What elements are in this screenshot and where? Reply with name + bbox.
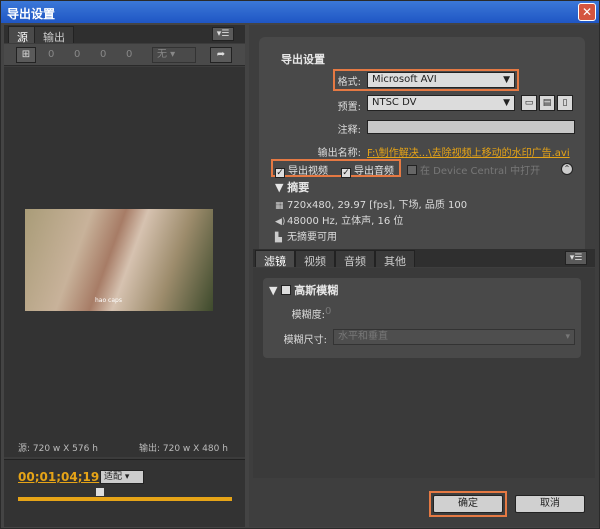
export-settings-window: 导出设置 ✕ 源 输出 ▾☰ ⊞ 0 0 0 0 无 ▾ ➦ hao caps … [0, 0, 600, 529]
panel-menu-icon[interactable]: ▾☰ [565, 251, 587, 265]
tab-other[interactable]: 其他 [375, 250, 415, 268]
crop-right[interactable]: 0 [100, 49, 106, 60]
device-central-label: 在 Device Central 中打开 [420, 166, 541, 177]
ok-button[interactable]: 确定 [433, 495, 503, 513]
format-value: Microsoft AVI [372, 74, 437, 85]
summary-title[interactable]: ▼ 摘要 [275, 179, 309, 195]
gaussian-blur-section: ▼ 高斯模糊 模糊度: 0 模糊尺寸: 水平和垂直 ▾ [263, 278, 581, 358]
crop-ratio-dropdown[interactable]: 无 ▾ [152, 47, 196, 63]
export-audio-label: 导出音频 [354, 166, 394, 177]
delete-preset-icon[interactable]: ▯ [557, 95, 573, 111]
cancel-button[interactable]: 取消 [515, 495, 585, 513]
summary-audio-line: ◀) 48000 Hz, 立体声, 16 位 [275, 212, 403, 227]
gaussian-blur-header[interactable]: ▼ 高斯模糊 [269, 282, 338, 298]
chevron-down-icon: ▾ [565, 332, 570, 342]
blur-dimension-dropdown[interactable]: 水平和垂直 ▾ [333, 329, 575, 345]
timeline-track[interactable] [18, 497, 232, 501]
tab-source[interactable]: 源 [8, 26, 37, 44]
summary-other-line: ▙ 无摘要可用 [275, 228, 337, 243]
window-title: 导出设置 [7, 7, 56, 21]
format-dropdown[interactable]: Microsoft AVI ▼ [367, 72, 515, 88]
panel-menu-icon[interactable]: ▾☰ [212, 27, 234, 41]
crop-icon[interactable]: ⊞ [16, 47, 36, 63]
save-preset-icon[interactable]: ▭ [521, 95, 537, 111]
crop-toolbar: ⊞ 0 0 0 0 无 ▾ ➦ [4, 44, 245, 66]
gaussian-blur-checkbox[interactable] [281, 285, 294, 297]
chevron-down-icon: ▼ [503, 75, 510, 85]
playhead-handle[interactable] [96, 488, 104, 496]
preview-tabs: 源 输出 ▾☰ [4, 25, 245, 44]
speaker-icon: ◀) [275, 217, 286, 227]
crop-bottom[interactable]: 0 [126, 49, 132, 60]
import-preset-icon[interactable]: ▤ [539, 95, 555, 111]
film-icon: ▦ [275, 201, 284, 211]
output-name-link[interactable]: F:\制作解决...\去除视频上移动的水印广告.avi [367, 144, 570, 159]
timecode[interactable]: 00;01;04;19 [18, 470, 99, 484]
video-frame: hao caps [25, 209, 213, 311]
summary-title-label: 摘要 [287, 181, 310, 194]
export-video-checkbox[interactable]: ✓ 导出视频 [275, 162, 328, 178]
export-video-label: 导出视频 [288, 166, 328, 177]
tab-audio[interactable]: 音频 [335, 250, 375, 268]
export-section-title: 导出设置 [281, 53, 325, 66]
filter-panel: ▼ 高斯模糊 模糊度: 0 模糊尺寸: 水平和垂直 ▾ [253, 268, 595, 478]
tab-video[interactable]: 视频 [295, 250, 335, 268]
preset-value: NTSC DV [372, 97, 417, 108]
title-bar: 导出设置 ✕ [1, 1, 599, 23]
blur-dimension-label: 模糊尺寸: [283, 335, 327, 346]
device-central-checkbox[interactable]: 在 Device Central 中打开 [407, 162, 540, 177]
summary-audio-text: 48000 Hz, 立体声, 16 位 [287, 216, 404, 227]
tab-output[interactable]: 输出 [34, 26, 74, 44]
summary-video-line: ▦ 720x480, 29.97 [fps], 下场, 品质 100 [275, 196, 467, 211]
preset-dropdown[interactable]: NTSC DV ▼ [367, 95, 515, 111]
blurriness-label: 模糊度: [291, 310, 325, 321]
video-watermark: hao caps [95, 297, 122, 304]
checkbox-empty-icon [281, 285, 292, 295]
crop-left[interactable]: 0 [48, 49, 54, 60]
check-icon: ✓ [275, 168, 285, 178]
crop-top[interactable]: 0 [74, 49, 80, 60]
note-input[interactable] [367, 120, 575, 134]
export-settings-section: 导出设置 格式: Microsoft AVI ▼ 预置: NTSC DV ▼ ▭ ▤… [259, 37, 585, 255]
gaussian-blur-title: 高斯模糊 [294, 284, 339, 297]
video-preview-area: hao caps [4, 67, 245, 457]
preview-panel: 源 输出 ▾☰ ⊞ 0 0 0 0 无 ▾ ➦ hao caps 源: 720 … [4, 25, 245, 527]
note-label: 注释: [337, 125, 361, 136]
chevron-down-icon: ▼ [503, 98, 510, 108]
close-button[interactable]: ✕ [578, 3, 596, 21]
collapse-icon[interactable]: ⌃ [561, 163, 573, 175]
preset-label: 预置: [337, 102, 361, 113]
output-name-label: 输出名称: [317, 148, 361, 159]
settings-panel: 导出设置 格式: Microsoft AVI ▼ 预置: NTSC DV ▼ ▭ ▤… [249, 25, 599, 527]
checkbox-empty-icon [407, 165, 417, 175]
summary-other-text: 无摘要可用 [287, 232, 337, 243]
chart-icon: ▙ [275, 233, 282, 243]
blur-dimension-value: 水平和垂直 [338, 331, 388, 342]
summary-video-text: 720x480, 29.97 [fps], 下场, 品质 100 [287, 200, 468, 211]
source-size-label: 源: 720 w X 576 h [18, 444, 98, 454]
fit-dropdown[interactable]: 适配 ▾ [100, 470, 144, 484]
tab-filters[interactable]: 滤镜 [255, 250, 295, 268]
settings-tabs: 滤镜 视频 音频 其他 ▾☰ [253, 249, 595, 268]
crop-ratio-value: 无 [157, 49, 167, 60]
timeline: 00;01;04;19 适配 ▾ [4, 459, 245, 527]
output-size-label: 输出: 720 w X 480 h [139, 444, 228, 454]
check-icon: ✓ [341, 168, 351, 178]
export-audio-checkbox[interactable]: ✓ 导出音频 [341, 162, 394, 178]
export-arrow-icon[interactable]: ➦ [210, 47, 232, 63]
fit-value: 适配 [104, 472, 123, 482]
blurriness-value[interactable]: 0 [325, 306, 331, 317]
